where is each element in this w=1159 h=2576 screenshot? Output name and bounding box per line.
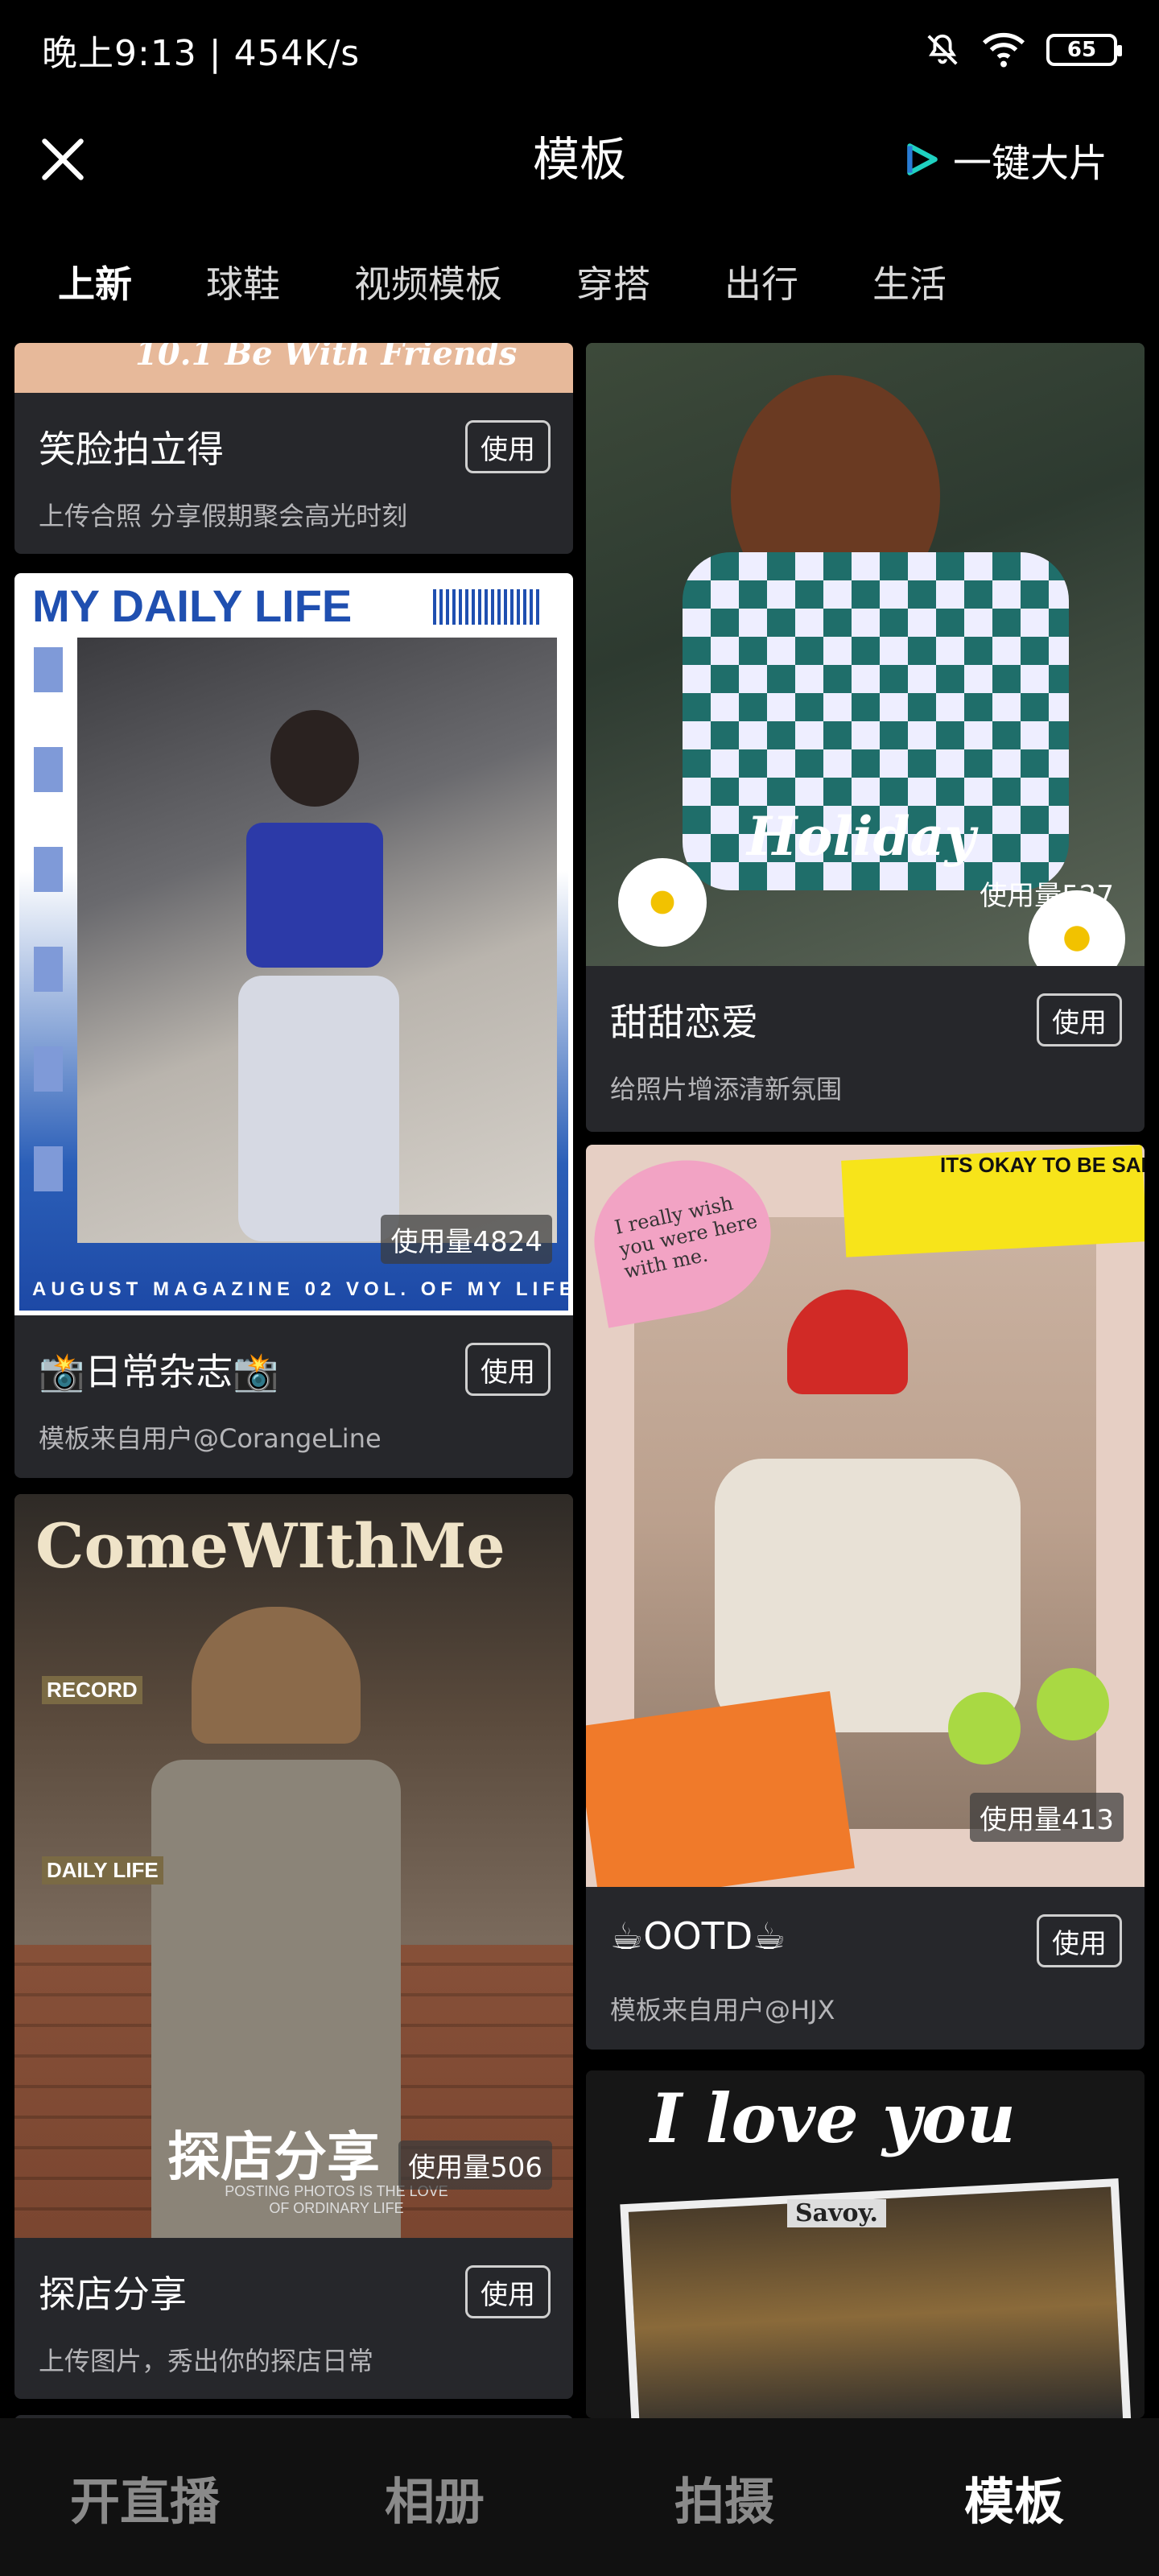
template-thumbnail[interactable]: Holiday 使用量527 — [586, 343, 1145, 966]
battery-icon: 65 — [1046, 34, 1122, 66]
play-logo-icon — [907, 143, 938, 175]
template-thumbnail[interactable]: 10.1 Be With Friends — [14, 343, 573, 393]
thumbnail-banner: ITS OKAY TO BE SAD — [940, 1153, 1145, 1177]
usage-count: 使用量413 — [970, 1793, 1124, 1842]
film-strip-graphic — [34, 647, 63, 1211]
close-button[interactable] — [35, 132, 90, 187]
sticker-graphic — [586, 1690, 855, 1887]
figure-top — [246, 823, 383, 968]
nav-album[interactable]: 相册 — [290, 2461, 580, 2533]
status-time-speed: 晚上9:13 | 454K/s — [42, 33, 361, 74]
template-card[interactable]: ComeWIthMe RECORD DAILY LIFE 探店分享 POSTIN… — [14, 1494, 573, 2399]
template-card[interactable]: MY DAILY LIFE 使用量4824 AUGUST MAGAZINE 02… — [14, 573, 573, 1478]
nav-templates[interactable]: 模板 — [869, 2461, 1159, 2533]
template-title: 笑脸拍立得 — [39, 427, 224, 471]
template-title: ☕OOTD☕ — [610, 1914, 786, 1958]
thumbnail-text: 10.1 Be With Friends — [135, 343, 518, 373]
thumbnail-tag: RECORD — [42, 1676, 142, 1704]
template-description: 给照片增添清新氛围 — [610, 1074, 843, 1104]
one-click-blockbuster-button[interactable]: 一键大片 — [901, 137, 1107, 186]
use-button[interactable]: 使用 — [465, 2265, 551, 2318]
top-header: 模板 一键大片 — [0, 100, 1159, 219]
tab-travel[interactable]: 出行 — [687, 255, 835, 308]
template-info: 甜甜恋爱 使用 给照片增添清新氛围 — [586, 966, 1145, 1132]
battery-level: 65 — [1066, 38, 1097, 62]
template-title: 探店分享 — [39, 2273, 187, 2316]
category-tabs: 上新 球鞋 视频模板 穿搭 出行 生活 — [0, 242, 1159, 322]
use-button[interactable]: 使用 — [1037, 993, 1122, 1046]
template-thumbnail[interactable]: MY DAILY LIFE 使用量4824 AUGUST MAGAZINE 02… — [14, 573, 573, 1315]
status-bar: 晚上9:13 | 454K/s 65 — [0, 0, 1159, 100]
figure-head — [270, 710, 359, 807]
wifi-icon — [982, 32, 1025, 68]
template-thumbnail[interactable]: I love you Savoy. — [586, 2070, 1145, 2418]
figure-beanie — [787, 1290, 908, 1394]
template-title: 📸日常杂志📸 — [39, 1350, 279, 1393]
template-card[interactable]: I love you Savoy. — [586, 2070, 1145, 2418]
thumbnail-header: ComeWIthMe — [35, 1510, 505, 1582]
template-title: 甜甜恋爱 — [610, 1001, 758, 1044]
template-description: 上传合照 分享假期聚会高光时刻 — [39, 501, 408, 531]
template-card[interactable]: I really wish you were here with me. ITS… — [586, 1145, 1145, 2050]
barcode-graphic — [433, 589, 542, 625]
magazine-footer: AUGUST MAGAZINE 02 VOL. OF MY LIFE — [32, 1278, 573, 1300]
template-description: 模板来自用户@HJX — [610, 1995, 835, 2025]
template-info: 笑脸拍立得 使用 上传合照 分享假期聚会高光时刻 — [14, 393, 573, 554]
template-description: 上传图片，秀出你的探店日常 — [39, 2346, 374, 2376]
photo-placeholder — [77, 638, 557, 1243]
use-button[interactable]: 使用 — [465, 420, 551, 473]
smiley-icon — [1037, 1668, 1109, 1740]
magazine-header: MY DAILY LIFE — [32, 580, 353, 631]
mute-bell-icon — [924, 31, 961, 68]
template-info: ☕OOTD☕ 使用 模板来自用户@HJX — [586, 1887, 1145, 2050]
usage-count: 使用量4824 — [381, 1215, 552, 1264]
one-click-blockbuster-label: 一键大片 — [952, 141, 1107, 186]
template-feed[interactable]: 10.1 Be With Friends 笑脸拍立得 使用 上传合照 分享假期聚… — [0, 343, 1159, 2418]
use-button[interactable]: 使用 — [465, 1343, 551, 1396]
tab-life[interactable]: 生活 — [835, 255, 984, 308]
tab-new[interactable]: 上新 — [0, 255, 169, 308]
usage-count: 使用量527 — [980, 880, 1114, 912]
tab-outfits[interactable]: 穿搭 — [539, 255, 687, 308]
smiley-icon — [948, 1692, 1021, 1765]
use-button[interactable]: 使用 — [1037, 1914, 1122, 1967]
nav-shoot[interactable]: 拍摄 — [580, 2461, 869, 2533]
close-icon — [42, 138, 84, 180]
status-icons: 65 — [924, 31, 1122, 68]
tab-video-templates[interactable]: 视频模板 — [317, 255, 539, 308]
figure-hat — [192, 1607, 361, 1744]
template-card[interactable]: Holiday 使用量527 甜甜恋爱 使用 给照片增添清新氛围 — [586, 343, 1145, 1132]
thumbnail-caption: 探店分享 — [167, 2126, 380, 2188]
template-card[interactable]: 10.1 Be With Friends 笑脸拍立得 使用 上传合照 分享假期聚… — [14, 343, 573, 554]
nav-go-live[interactable]: 开直播 — [0, 2461, 290, 2533]
tab-sneakers[interactable]: 球鞋 — [169, 255, 317, 308]
template-description: 模板来自用户@CorangeLine — [39, 1423, 382, 1454]
daisy-graphic — [618, 858, 707, 947]
usage-count: 使用量506 — [398, 2140, 552, 2190]
thumbnail-text: I love you — [650, 2079, 1016, 2158]
figure-pants — [238, 976, 399, 1241]
template-info: 📸日常杂志📸 使用 模板来自用户@CorangeLine — [14, 1315, 573, 1478]
thumbnail-tag: DAILY LIFE — [42, 1856, 163, 1885]
figure-jacket — [715, 1459, 1021, 1732]
template-thumbnail[interactable]: ComeWIthMe RECORD DAILY LIFE 探店分享 POSTIN… — [14, 1494, 573, 2238]
template-info: 探店分享 使用 上传图片，秀出你的探店日常 — [14, 2238, 573, 2399]
bottom-nav: 开直播 相册 拍摄 模板 — [0, 2418, 1159, 2576]
template-thumbnail[interactable]: I really wish you were here with me. ITS… — [586, 1145, 1145, 1887]
thumbnail-text: Holiday — [747, 805, 975, 868]
thumbnail-sign: Savoy. — [787, 2199, 886, 2227]
